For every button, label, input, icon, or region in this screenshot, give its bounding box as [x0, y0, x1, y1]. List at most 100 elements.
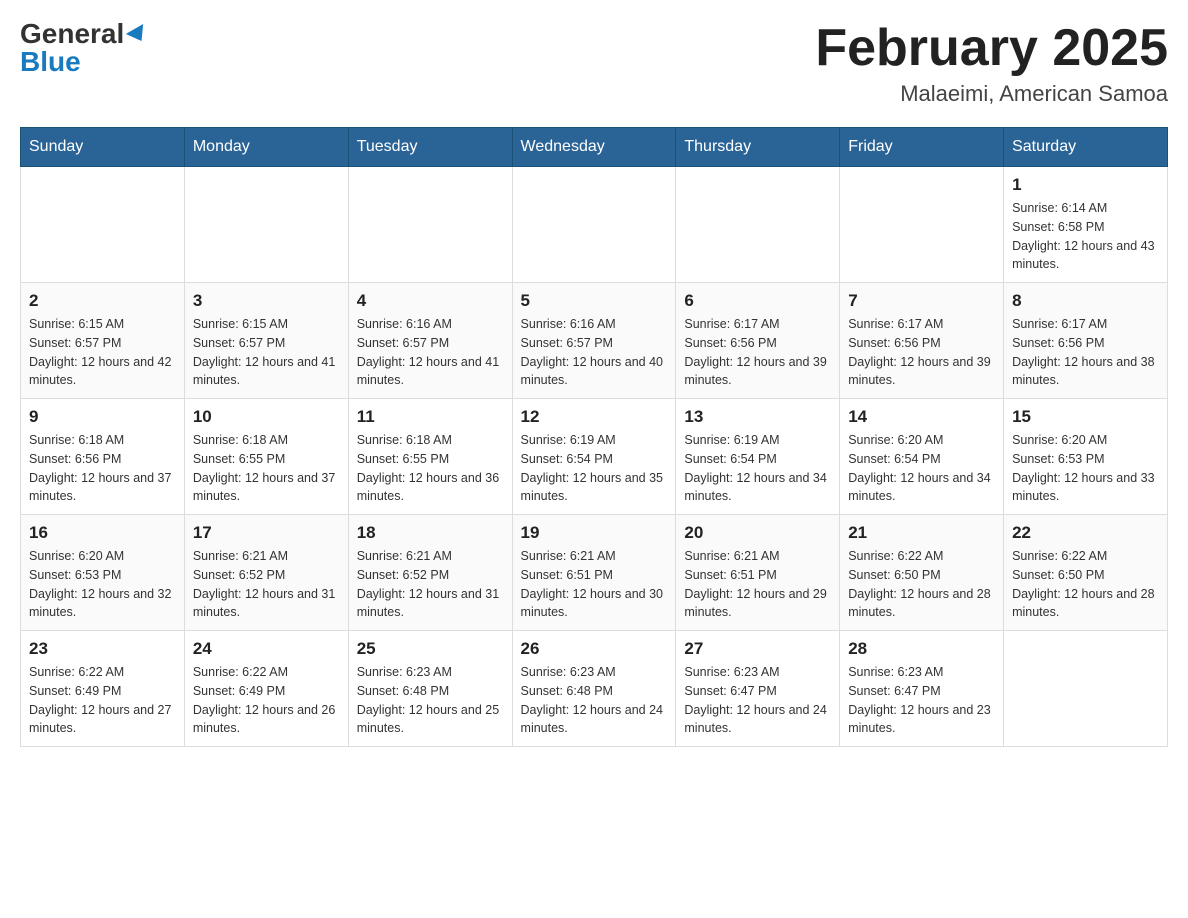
calendar-cell: 16 Sunrise: 6:20 AM Sunset: 6:53 PM Dayli… — [21, 515, 185, 631]
day-number: 23 — [29, 639, 176, 659]
day-number: 3 — [193, 291, 340, 311]
week-row-1: 2 Sunrise: 6:15 AM Sunset: 6:57 PM Daylig… — [21, 283, 1168, 399]
calendar-cell: 15 Sunrise: 6:20 AM Sunset: 6:53 PM Dayli… — [1004, 399, 1168, 515]
calendar-subtitle: Malaeimi, American Samoa — [815, 81, 1168, 107]
day-number: 6 — [684, 291, 831, 311]
calendar-cell: 7 Sunrise: 6:17 AM Sunset: 6:56 PM Daylig… — [840, 283, 1004, 399]
calendar-cell: 6 Sunrise: 6:17 AM Sunset: 6:56 PM Daylig… — [676, 283, 840, 399]
day-number: 17 — [193, 523, 340, 543]
day-number: 9 — [29, 407, 176, 427]
calendar-cell: 2 Sunrise: 6:15 AM Sunset: 6:57 PM Daylig… — [21, 283, 185, 399]
day-number: 28 — [848, 639, 995, 659]
calendar-cell — [676, 167, 840, 283]
calendar-cell — [184, 167, 348, 283]
day-info: Sunrise: 6:17 AM Sunset: 6:56 PM Dayligh… — [848, 315, 995, 390]
day-number: 20 — [684, 523, 831, 543]
day-number: 12 — [521, 407, 668, 427]
day-number: 21 — [848, 523, 995, 543]
calendar-table: Sunday Monday Tuesday Wednesday Thursday… — [20, 127, 1168, 747]
day-number: 7 — [848, 291, 995, 311]
calendar-cell — [512, 167, 676, 283]
calendar-cell: 1Sunrise: 6:14 AM Sunset: 6:58 PM Daylig… — [1004, 167, 1168, 283]
calendar-cell: 5 Sunrise: 6:16 AM Sunset: 6:57 PM Daylig… — [512, 283, 676, 399]
day-info: Sunrise: 6:20 AM Sunset: 6:53 PM Dayligh… — [1012, 431, 1159, 506]
header-sunday: Sunday — [21, 128, 185, 167]
day-info: Sunrise: 6:23 AM Sunset: 6:47 PM Dayligh… — [684, 663, 831, 738]
header-saturday: Saturday — [1004, 128, 1168, 167]
calendar-cell: 21 Sunrise: 6:22 AM Sunset: 6:50 PM Dayli… — [840, 515, 1004, 631]
day-number: 27 — [684, 639, 831, 659]
calendar-cell — [348, 167, 512, 283]
day-info: Sunrise: 6:22 AM Sunset: 6:50 PM Dayligh… — [1012, 547, 1159, 622]
logo-general-text: General — [20, 18, 124, 49]
day-info: Sunrise: 6:14 AM Sunset: 6:58 PM Dayligh… — [1012, 199, 1159, 274]
logo-arrow-icon — [126, 24, 150, 46]
day-number: 2 — [29, 291, 176, 311]
day-info: Sunrise: 6:21 AM Sunset: 6:51 PM Dayligh… — [521, 547, 668, 622]
header-friday: Friday — [840, 128, 1004, 167]
page-header: General Blue February 2025 Malaeimi, Ame… — [20, 20, 1168, 107]
day-info: Sunrise: 6:21 AM Sunset: 6:51 PM Dayligh… — [684, 547, 831, 622]
calendar-cell: 23 Sunrise: 6:22 AM Sunset: 6:49 PM Dayli… — [21, 631, 185, 747]
day-number: 15 — [1012, 407, 1159, 427]
calendar-cell: 25 Sunrise: 6:23 AM Sunset: 6:48 PM Dayli… — [348, 631, 512, 747]
day-number: 22 — [1012, 523, 1159, 543]
header-wednesday: Wednesday — [512, 128, 676, 167]
day-info: Sunrise: 6:23 AM Sunset: 6:48 PM Dayligh… — [521, 663, 668, 738]
day-info: Sunrise: 6:16 AM Sunset: 6:57 PM Dayligh… — [521, 315, 668, 390]
calendar-cell: 10 Sunrise: 6:18 AM Sunset: 6:55 PM Dayli… — [184, 399, 348, 515]
day-number: 26 — [521, 639, 668, 659]
calendar-cell — [21, 167, 185, 283]
calendar-cell: 4Sunrise: 6:16 AM Sunset: 6:57 PM Daylig… — [348, 283, 512, 399]
calendar-cell: 19 Sunrise: 6:21 AM Sunset: 6:51 PM Dayli… — [512, 515, 676, 631]
day-info: Sunrise: 6:17 AM Sunset: 6:56 PM Dayligh… — [1012, 315, 1159, 390]
day-info: Sunrise: 6:20 AM Sunset: 6:54 PM Dayligh… — [848, 431, 995, 506]
day-info: Sunrise: 6:22 AM Sunset: 6:49 PM Dayligh… — [193, 663, 340, 738]
calendar-cell: 8Sunrise: 6:17 AM Sunset: 6:56 PM Daylig… — [1004, 283, 1168, 399]
day-number: 14 — [848, 407, 995, 427]
day-info: Sunrise: 6:21 AM Sunset: 6:52 PM Dayligh… — [357, 547, 504, 622]
day-number: 18 — [357, 523, 504, 543]
day-info: Sunrise: 6:21 AM Sunset: 6:52 PM Dayligh… — [193, 547, 340, 622]
header-tuesday: Tuesday — [348, 128, 512, 167]
day-info: Sunrise: 6:20 AM Sunset: 6:53 PM Dayligh… — [29, 547, 176, 622]
day-info: Sunrise: 6:22 AM Sunset: 6:50 PM Dayligh… — [848, 547, 995, 622]
calendar-body: 1Sunrise: 6:14 AM Sunset: 6:58 PM Daylig… — [21, 167, 1168, 747]
week-row-2: 9 Sunrise: 6:18 AM Sunset: 6:56 PM Daylig… — [21, 399, 1168, 515]
header-row: Sunday Monday Tuesday Wednesday Thursday… — [21, 128, 1168, 167]
day-info: Sunrise: 6:15 AM Sunset: 6:57 PM Dayligh… — [193, 315, 340, 390]
day-info: Sunrise: 6:23 AM Sunset: 6:48 PM Dayligh… — [357, 663, 504, 738]
day-info: Sunrise: 6:22 AM Sunset: 6:49 PM Dayligh… — [29, 663, 176, 738]
calendar-cell: 20 Sunrise: 6:21 AM Sunset: 6:51 PM Dayli… — [676, 515, 840, 631]
logo-top-row: General — [20, 20, 148, 48]
day-number: 25 — [357, 639, 504, 659]
header-thursday: Thursday — [676, 128, 840, 167]
calendar-cell — [1004, 631, 1168, 747]
day-info: Sunrise: 6:19 AM Sunset: 6:54 PM Dayligh… — [684, 431, 831, 506]
logo: General Blue — [20, 20, 148, 76]
calendar-cell: 11Sunrise: 6:18 AM Sunset: 6:55 PM Dayli… — [348, 399, 512, 515]
day-number: 19 — [521, 523, 668, 543]
day-number: 5 — [521, 291, 668, 311]
day-number: 11 — [357, 407, 504, 427]
day-info: Sunrise: 6:16 AM Sunset: 6:57 PM Dayligh… — [357, 315, 504, 390]
day-info: Sunrise: 6:15 AM Sunset: 6:57 PM Dayligh… — [29, 315, 176, 390]
calendar-cell: 27 Sunrise: 6:23 AM Sunset: 6:47 PM Dayli… — [676, 631, 840, 747]
calendar-cell: 14 Sunrise: 6:20 AM Sunset: 6:54 PM Dayli… — [840, 399, 1004, 515]
week-row-4: 23 Sunrise: 6:22 AM Sunset: 6:49 PM Dayli… — [21, 631, 1168, 747]
calendar-cell: 28Sunrise: 6:23 AM Sunset: 6:47 PM Dayli… — [840, 631, 1004, 747]
week-row-0: 1Sunrise: 6:14 AM Sunset: 6:58 PM Daylig… — [21, 167, 1168, 283]
day-info: Sunrise: 6:18 AM Sunset: 6:56 PM Dayligh… — [29, 431, 176, 506]
logo-blue-text: Blue — [20, 48, 81, 76]
day-number: 10 — [193, 407, 340, 427]
calendar-cell: 3 Sunrise: 6:15 AM Sunset: 6:57 PM Daylig… — [184, 283, 348, 399]
header-monday: Monday — [184, 128, 348, 167]
day-info: Sunrise: 6:17 AM Sunset: 6:56 PM Dayligh… — [684, 315, 831, 390]
day-info: Sunrise: 6:19 AM Sunset: 6:54 PM Dayligh… — [521, 431, 668, 506]
calendar-cell: 22 Sunrise: 6:22 AM Sunset: 6:50 PM Dayli… — [1004, 515, 1168, 631]
calendar-cell: 24Sunrise: 6:22 AM Sunset: 6:49 PM Dayli… — [184, 631, 348, 747]
calendar-cell: 17 Sunrise: 6:21 AM Sunset: 6:52 PM Dayli… — [184, 515, 348, 631]
day-info: Sunrise: 6:18 AM Sunset: 6:55 PM Dayligh… — [193, 431, 340, 506]
calendar-cell: 18 Sunrise: 6:21 AM Sunset: 6:52 PM Dayli… — [348, 515, 512, 631]
day-number: 16 — [29, 523, 176, 543]
